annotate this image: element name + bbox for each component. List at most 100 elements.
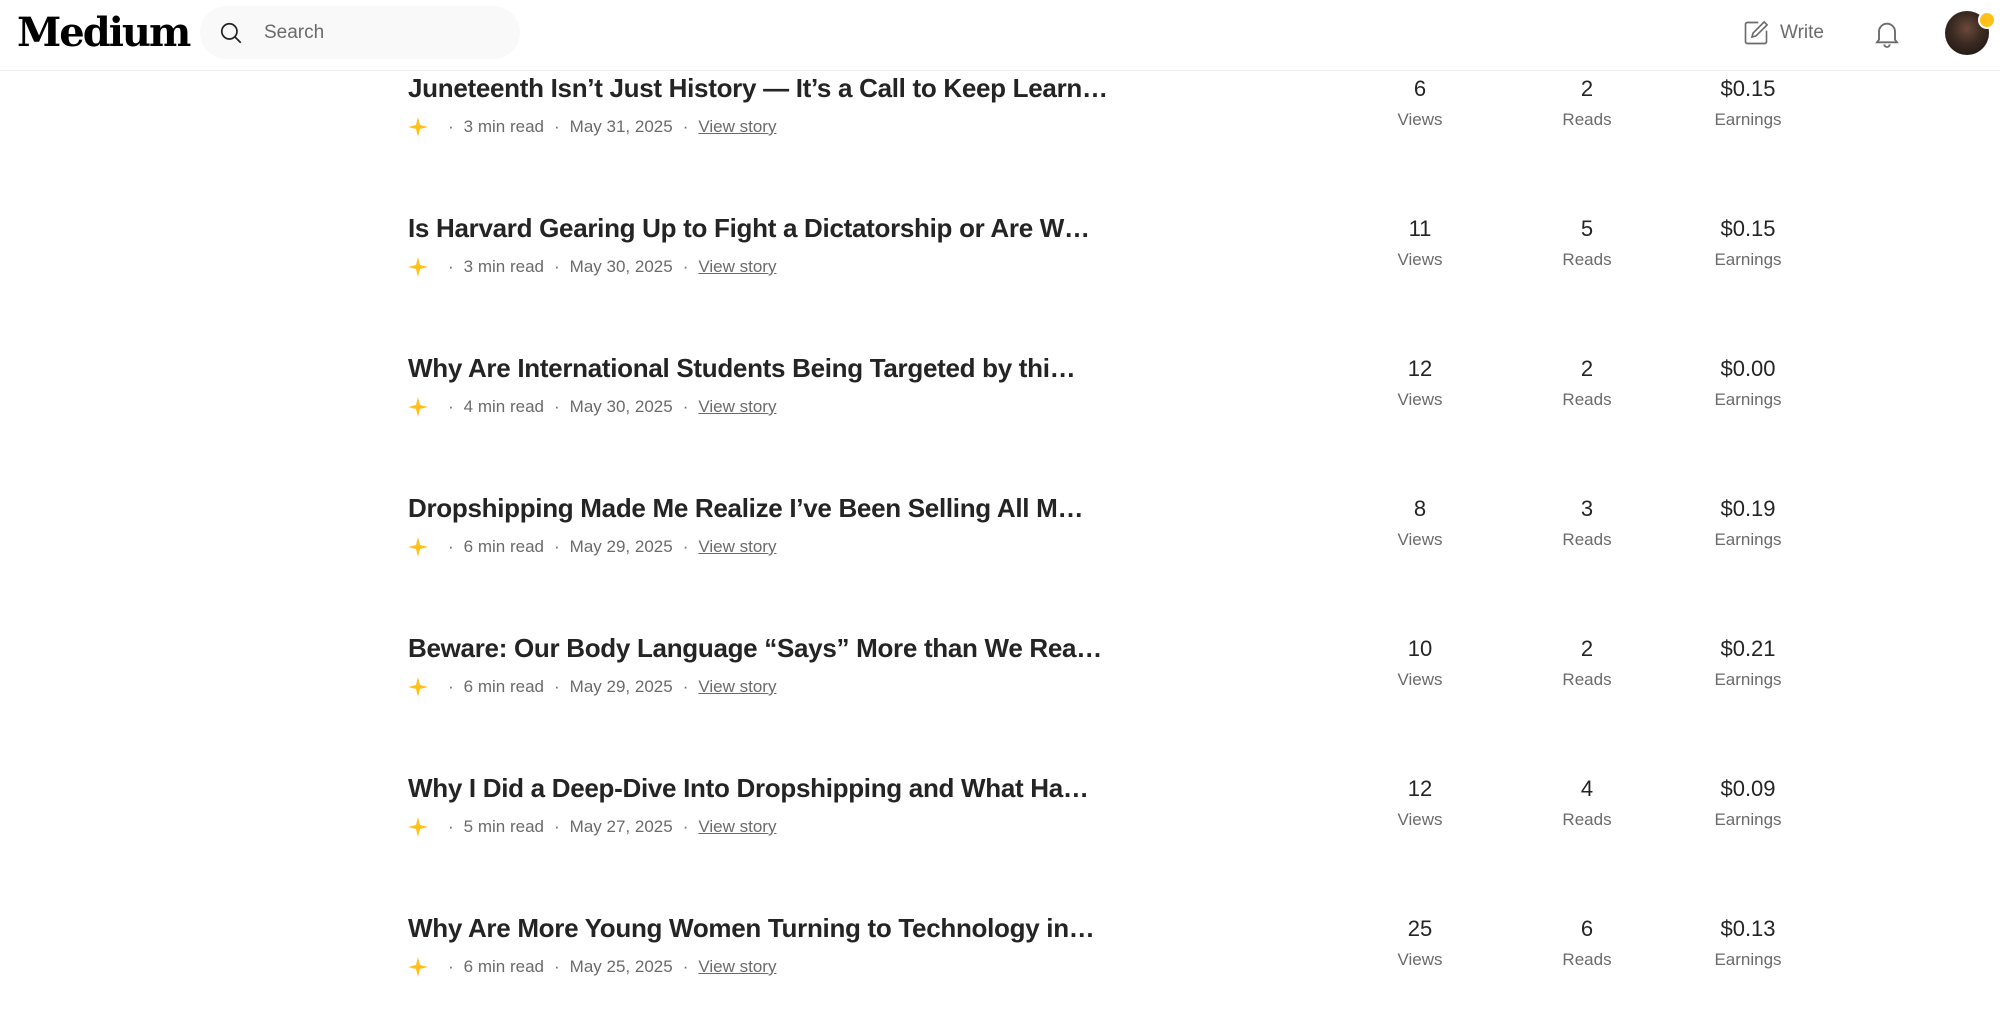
story-row: Is Harvard Gearing Up to Fight a Dictato… <box>0 210 2000 330</box>
earnings-amount: $0.15 <box>1720 76 1776 101</box>
notifications-bell-icon[interactable] <box>1871 16 1903 50</box>
view-story-link[interactable]: View story <box>698 117 776 137</box>
reads-label: Reads <box>1562 390 1612 409</box>
views-count: 8 <box>1413 496 1427 521</box>
story-meta: · 5 min read · May 27, 2025 · View story <box>408 814 776 840</box>
member-star-icon <box>408 117 428 137</box>
separator-dot: · <box>554 537 560 556</box>
views-count: 6 <box>1413 76 1427 101</box>
search-box[interactable] <box>200 6 520 59</box>
story-meta: · 6 min read · May 25, 2025 · View story <box>408 954 776 980</box>
earnings-stat: $0.13 Earnings <box>1678 914 1818 974</box>
member-star-icon <box>408 257 428 277</box>
reads-stat: 2 Reads <box>1517 634 1657 694</box>
views-stat: 12 Views <box>1350 774 1490 834</box>
story-row: Juneteenth Isn’t Just History — It’s a C… <box>0 70 2000 190</box>
publish-date: May 25, 2025 <box>569 957 673 976</box>
search-icon <box>220 22 242 44</box>
views-label: Views <box>1397 810 1443 829</box>
separator-dot: · <box>682 677 689 696</box>
medium-logo[interactable]: Medium <box>17 8 191 58</box>
separator-dot: · <box>554 957 560 976</box>
story-row: Why Are More Young Women Turning to Tech… <box>0 910 2000 1030</box>
reads-stat: 4 Reads <box>1517 774 1657 834</box>
separator-dot: · <box>682 117 689 136</box>
earnings-amount: $0.13 <box>1720 916 1776 941</box>
earnings-label: Earnings <box>1714 530 1782 549</box>
separator-dot: · <box>448 677 454 696</box>
view-story-link[interactable]: View story <box>698 957 776 977</box>
earnings-amount: $0.00 <box>1720 356 1776 381</box>
separator-dot: · <box>554 117 560 136</box>
read-time: 4 min read <box>463 397 544 416</box>
search-input[interactable] <box>262 14 506 52</box>
views-stat: 10 Views <box>1350 634 1490 694</box>
story-meta: · 6 min read · May 29, 2025 · View story <box>408 534 776 560</box>
separator-dot: · <box>682 537 689 556</box>
reads-count: 5 <box>1580 216 1594 241</box>
separator-dot: · <box>448 537 454 556</box>
view-story-link[interactable]: View story <box>698 677 776 697</box>
views-count: 11 <box>1408 216 1432 241</box>
story-stats-list: Juneteenth Isn’t Just History — It’s a C… <box>0 0 2000 982</box>
views-label: Views <box>1397 250 1443 269</box>
view-story-link[interactable]: View story <box>698 537 776 557</box>
membership-star-badge <box>1978 11 1996 29</box>
separator-dot: · <box>448 397 454 416</box>
story-row: Why Are International Students Being Tar… <box>0 350 2000 470</box>
views-stat: 11 Views <box>1350 214 1490 274</box>
view-story-link[interactable]: View story <box>698 817 776 837</box>
earnings-amount: $0.15 <box>1720 216 1776 241</box>
reads-count: 2 <box>1580 356 1594 381</box>
view-story-link[interactable]: View story <box>698 397 776 417</box>
reads-count: 3 <box>1580 496 1594 521</box>
top-navbar: Medium Write <box>0 0 2000 71</box>
view-story-link[interactable]: View story <box>698 257 776 277</box>
views-stat: 6 Views <box>1350 74 1490 134</box>
views-count: 12 <box>1407 776 1433 801</box>
story-meta: · 3 min read · May 30, 2025 · View story <box>408 254 776 280</box>
reads-label: Reads <box>1562 950 1612 969</box>
reads-stat: 6 Reads <box>1517 914 1657 974</box>
reads-label: Reads <box>1562 530 1612 549</box>
member-star-icon <box>408 957 428 977</box>
views-count: 10 <box>1407 636 1433 661</box>
read-time: 5 min read <box>463 817 544 836</box>
member-star-icon <box>408 677 428 697</box>
story-title[interactable]: Why I Did a Deep-Dive Into Dropshipping … <box>408 770 1108 806</box>
write-icon <box>1744 20 1769 45</box>
story-meta: · 4 min read · May 30, 2025 · View story <box>408 394 776 420</box>
write-label: Write <box>1780 22 1824 43</box>
story-title[interactable]: Beware: Our Body Language “Says” More th… <box>408 630 1108 666</box>
reads-count: 2 <box>1580 636 1594 661</box>
views-stat: 12 Views <box>1350 354 1490 414</box>
reads-stat: 5 Reads <box>1517 214 1657 274</box>
separator-dot: · <box>682 397 689 416</box>
story-title[interactable]: Dropshipping Made Me Realize I’ve Been S… <box>408 490 1108 526</box>
story-title[interactable]: Why Are International Students Being Tar… <box>408 350 1108 386</box>
publish-date: May 30, 2025 <box>569 397 673 416</box>
views-label: Views <box>1397 670 1443 689</box>
write-button[interactable]: Write <box>1742 16 1824 50</box>
read-time: 3 min read <box>463 117 544 136</box>
publish-date: May 29, 2025 <box>569 537 673 556</box>
reads-count: 2 <box>1580 76 1594 101</box>
views-label: Views <box>1397 950 1443 969</box>
separator-dot: · <box>448 817 454 836</box>
story-row: Beware: Our Body Language “Says” More th… <box>0 630 2000 750</box>
views-count: 25 <box>1407 916 1433 941</box>
story-title[interactable]: Why Are More Young Women Turning to Tech… <box>408 910 1108 946</box>
reads-stat: 2 Reads <box>1517 74 1657 134</box>
story-title[interactable]: Juneteenth Isn’t Just History — It’s a C… <box>408 70 1108 106</box>
earnings-label: Earnings <box>1714 950 1782 969</box>
story-row: Why I Did a Deep-Dive Into Dropshipping … <box>0 770 2000 890</box>
views-count: 12 <box>1407 356 1433 381</box>
earnings-label: Earnings <box>1714 250 1782 269</box>
publish-date: May 27, 2025 <box>569 817 673 836</box>
story-row: Dropshipping Made Me Realize I’ve Been S… <box>0 490 2000 610</box>
separator-dot: · <box>448 117 454 136</box>
story-title[interactable]: Is Harvard Gearing Up to Fight a Dictato… <box>408 210 1108 246</box>
earnings-label: Earnings <box>1714 110 1782 129</box>
reads-label: Reads <box>1562 110 1612 129</box>
earnings-amount: $0.21 <box>1720 636 1776 661</box>
